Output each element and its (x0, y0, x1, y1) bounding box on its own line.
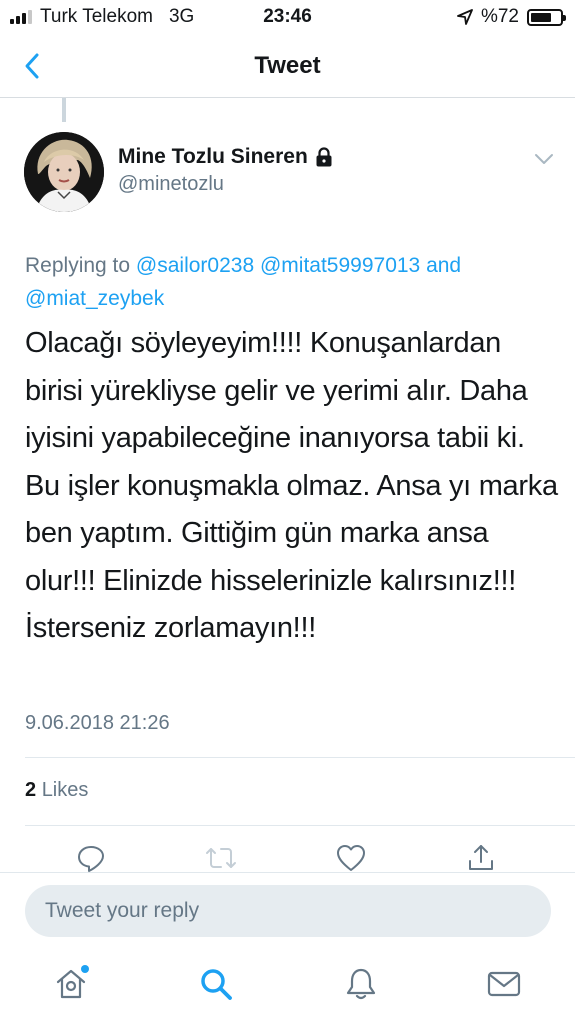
chevron-down-icon[interactable] (533, 148, 555, 170)
battery-icon (527, 8, 566, 26)
reply-input[interactable] (25, 885, 551, 937)
share-button[interactable] (463, 840, 499, 876)
tab-messages[interactable] (482, 962, 526, 1006)
battery-percentage: %72 (480, 6, 519, 27)
new-content-dot (81, 965, 89, 973)
reply-button[interactable] (73, 840, 109, 876)
author-name[interactable]: Mine Tozlu Sineren (118, 145, 333, 169)
reply-icon (78, 846, 104, 872)
replying-and: and (426, 254, 462, 277)
page-title: Tweet (254, 52, 321, 79)
tab-search[interactable] (194, 962, 238, 1006)
avatar[interactable] (24, 132, 104, 212)
divider (25, 825, 575, 826)
tweet-timestamp: 9.06.2018 21:26 (25, 712, 170, 734)
thread-connector-line (62, 98, 66, 122)
replying-prefix: Replying to (25, 254, 131, 277)
status-right: %72 (457, 6, 566, 28)
replying-to: Replying to @sailor0238 @mitat59997013 a… (25, 249, 555, 315)
avatar-image (24, 132, 104, 212)
location-arrow-icon (457, 9, 473, 25)
battery-fill (531, 12, 552, 22)
tab-home[interactable] (49, 962, 93, 1006)
notifications-icon (346, 968, 376, 1000)
retweet-icon (206, 848, 236, 868)
status-bar: Turk Telekom 3G 23:46 %72 (0, 0, 575, 34)
lock-icon (316, 147, 332, 167)
tab-notifications[interactable] (339, 962, 383, 1006)
share-icon (469, 845, 493, 870)
mention-link[interactable]: @miat_zeybek (25, 287, 164, 310)
messages-icon (487, 971, 521, 997)
likes-count[interactable]: 2 Likes (25, 779, 88, 802)
divider (25, 757, 575, 758)
likes-number: 2 (25, 779, 37, 801)
like-icon (337, 845, 365, 871)
nav-bar: Tweet (0, 34, 575, 98)
tweet-text: Olacağı söyleyeyim!!!! Konuşanlardan bir… (25, 327, 558, 644)
author-name-text: Mine Tozlu Sineren (118, 145, 308, 168)
reply-bar (0, 872, 575, 950)
mention-link[interactable]: @sailor0238 (136, 254, 254, 277)
search-icon (201, 969, 232, 1000)
author-handle[interactable]: @minetozlu (118, 173, 224, 196)
likes-label: Likes (41, 779, 89, 801)
mention-link[interactable]: @mitat59997013 (260, 254, 420, 277)
retweet-button[interactable] (203, 840, 239, 876)
like-button[interactable] (333, 840, 369, 876)
